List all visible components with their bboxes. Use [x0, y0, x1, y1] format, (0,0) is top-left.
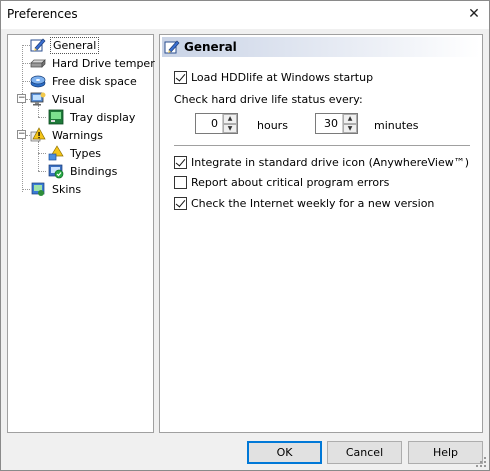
hours-down-arrow-icon[interactable]: ▼ [223, 123, 237, 133]
hours-label: hours [257, 119, 288, 132]
tree-item-bindings[interactable]: Bindings [48, 162, 119, 180]
tree-label: Visual [52, 92, 85, 106]
resize-grip-icon[interactable] [475, 456, 487, 468]
tree-label: Tray display [70, 110, 136, 124]
preferences-window: Preferences ✕ − − General Hard Drive tem… [0, 0, 490, 471]
tree-item-hard-drive-temperature[interactable]: Hard Drive temper [30, 54, 157, 72]
hours-spinner[interactable]: 0 ▲ ▼ [195, 113, 238, 134]
load-startup-option[interactable]: Load HDDlife at Windows startup [174, 69, 373, 85]
integrate-label: Integrate in standard drive icon (Anywhe… [191, 155, 470, 169]
tree-item-types[interactable]: Types [48, 144, 103, 162]
help-button[interactable]: Help [408, 441, 483, 464]
tree-label: Skins [52, 182, 82, 196]
warning-icon [30, 127, 46, 142]
disk-icon [30, 75, 46, 88]
tree-label: General [50, 36, 100, 54]
tree-item-visual[interactable]: Visual [30, 90, 87, 108]
skins-icon [31, 182, 45, 196]
minutes-label: minutes [374, 119, 419, 132]
hard-drive-icon [30, 59, 46, 68]
settings-pen-icon [164, 40, 180, 54]
tree-item-free-disk-space[interactable]: Free disk space [30, 72, 139, 90]
bindings-icon [48, 164, 64, 179]
report-errors-option[interactable]: Report about critical program errors [174, 174, 389, 190]
tree-label: Bindings [70, 164, 118, 178]
window-title: Preferences [7, 7, 78, 21]
monitor-icon [30, 92, 46, 106]
tree-label: Warnings [52, 128, 103, 142]
tree-item-general[interactable]: General [30, 36, 100, 54]
integrate-checkbox[interactable] [174, 155, 187, 169]
general-settings-panel: General Load HDDlife at Windows startup … [159, 34, 483, 433]
hours-value[interactable]: 0 [196, 114, 222, 133]
load-startup-checkbox[interactable] [174, 70, 187, 84]
title-bar[interactable]: Preferences ✕ [1, 1, 489, 29]
separator [174, 145, 470, 147]
expander-visual[interactable]: − [17, 94, 26, 103]
settings-pen-icon [30, 38, 46, 52]
report-errors-checkbox[interactable] [174, 175, 187, 189]
minutes-up-arrow-icon[interactable]: ▲ [343, 114, 357, 124]
tree-label: Free disk space [52, 74, 137, 88]
section-header: General [162, 37, 480, 57]
tree-label: Hard Drive temper [52, 56, 155, 70]
check-status-label: Check hard drive life status every: [174, 93, 363, 106]
check-internet-label: Check the Internet weekly for a new vers… [191, 196, 435, 210]
section-title: General [184, 40, 237, 54]
load-startup-label: Load HDDlife at Windows startup [191, 70, 374, 84]
category-tree[interactable]: − − General Hard Drive temper Free disk … [7, 34, 157, 433]
cancel-button[interactable]: Cancel [327, 441, 402, 464]
tray-icon [48, 109, 64, 125]
check-internet-checkbox[interactable] [174, 196, 187, 210]
ok-button[interactable]: OK [247, 441, 322, 464]
tree-item-warnings[interactable]: Warnings [30, 126, 105, 144]
tree-label: Types [70, 146, 101, 160]
tree-item-tray-display[interactable]: Tray display [48, 108, 137, 126]
minutes-spinner[interactable]: 30 ▲ ▼ [315, 113, 358, 134]
expander-warnings[interactable]: − [17, 130, 26, 139]
hours-up-arrow-icon[interactable]: ▲ [223, 114, 237, 124]
report-errors-label: Report about critical program errors [191, 175, 390, 189]
types-icon [48, 145, 64, 161]
minutes-down-arrow-icon[interactable]: ▼ [343, 123, 357, 133]
check-internet-option[interactable]: Check the Internet weekly for a new vers… [174, 195, 434, 211]
close-button[interactable]: ✕ [459, 1, 489, 29]
minutes-value[interactable]: 30 [316, 114, 342, 133]
tree-item-skins[interactable]: Skins [30, 180, 83, 198]
integrate-option[interactable]: Integrate in standard drive icon (Anywhe… [174, 154, 469, 170]
